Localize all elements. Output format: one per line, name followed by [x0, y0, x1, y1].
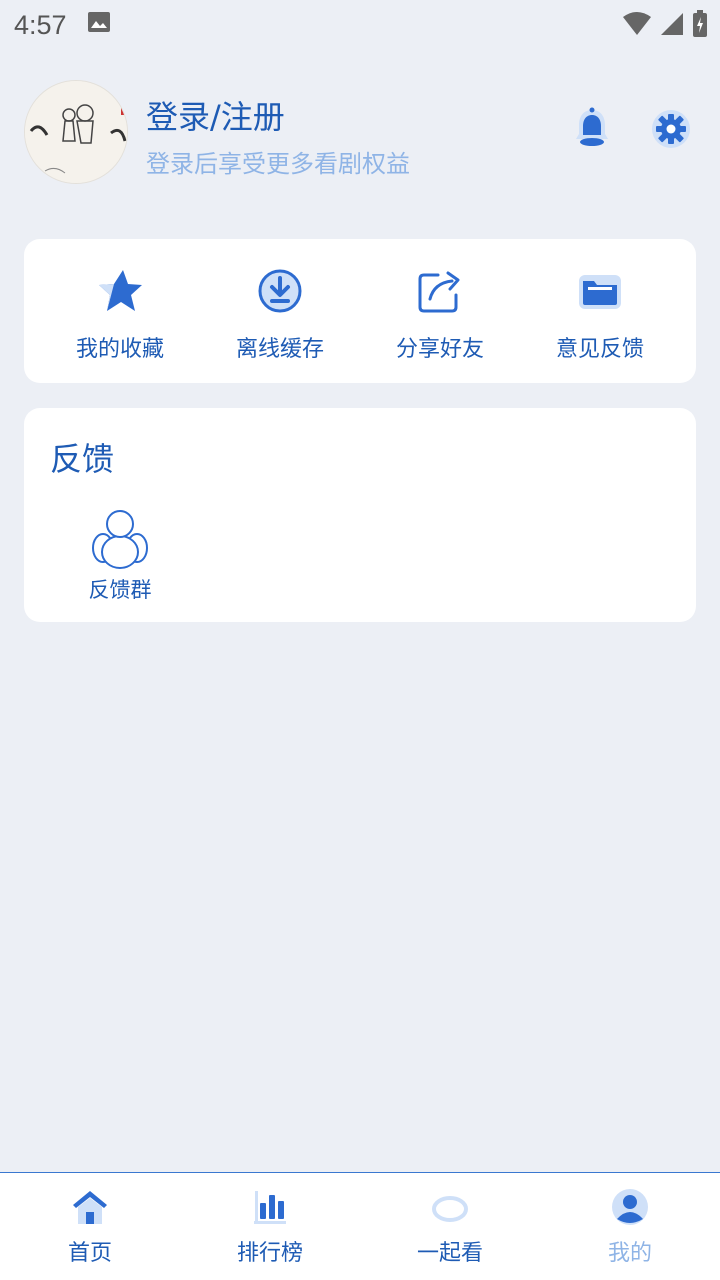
tab-ranking[interactable]: 排行榜 [210, 1187, 330, 1267]
home-icon [73, 1191, 107, 1224]
tab-label: 一起看 [416, 1241, 483, 1266]
quick-item-label: 意见反馈 [555, 337, 644, 362]
feedback-group-button[interactable]: 反馈群 [80, 508, 160, 604]
avatar[interactable] [24, 80, 128, 184]
avatar-illustration-icon [25, 81, 127, 183]
bottom-tab-bar: 首页 排行榜 一起看 我的 [0, 1172, 720, 1280]
group-chat-icon [92, 510, 148, 569]
tab-home[interactable]: 首页 [30, 1187, 150, 1267]
notification-bell-button[interactable] [572, 106, 612, 150]
quick-item-label: 分享好友 [395, 337, 484, 362]
tab-mine[interactable]: 我的 [570, 1187, 690, 1267]
image-notification-icon [87, 10, 111, 40]
tab-label: 首页 [67, 1241, 112, 1266]
quick-item-label: 我的收藏 [75, 337, 164, 362]
profile-icon [612, 1189, 648, 1225]
ranking-icon [254, 1191, 286, 1224]
tab-label: 我的 [607, 1241, 652, 1266]
quick-item-feedback[interactable]: 意见反馈 [530, 267, 670, 363]
status-time: 4:57 [14, 9, 67, 40]
login-benefits-text: 登录后享受更多看剧权益 [146, 150, 410, 178]
tab-watch-together[interactable]: 一起看 [390, 1187, 510, 1267]
wifi-icon [622, 11, 652, 44]
settings-button[interactable] [650, 108, 692, 150]
login-register-link[interactable]: 登录/注册 [146, 92, 285, 138]
quick-item-favorites[interactable]: 我的收藏 [50, 267, 190, 363]
signal-icon [660, 11, 684, 44]
profile-header: 登录/注册 登录后享受更多看剧权益 [24, 78, 696, 188]
quick-item-label: 离线缓存 [235, 337, 324, 362]
feedback-group-label: 反馈群 [88, 578, 152, 602]
quick-item-share[interactable]: 分享好友 [370, 267, 510, 363]
bell-icon [576, 107, 608, 146]
status-bar: 4:57 [0, 0, 720, 50]
star-icon [99, 270, 142, 311]
folder-icon [579, 275, 621, 309]
download-icon [258, 269, 302, 313]
quick-item-offline-cache[interactable]: 离线缓存 [210, 267, 350, 363]
watch-together-icon [432, 1196, 468, 1222]
gear-icon [652, 110, 690, 148]
section-title: 反馈 [50, 440, 115, 478]
quick-actions-card: 我的收藏 离线缓存 分享好友 意见反馈 [24, 239, 696, 383]
feedback-card: 反馈 反馈群 [24, 408, 696, 622]
tab-label: 排行榜 [236, 1241, 303, 1266]
share-icon [418, 271, 460, 313]
battery-icon [692, 10, 708, 45]
